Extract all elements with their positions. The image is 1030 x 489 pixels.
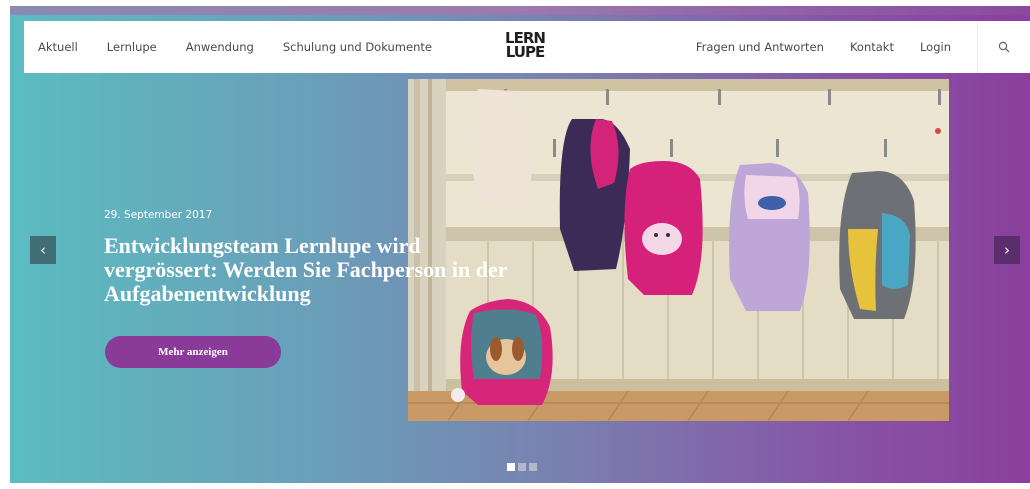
nav-item-aktuell[interactable]: Aktuell (38, 40, 78, 54)
slider-pagination (507, 463, 540, 471)
nav-item-login[interactable]: Login (920, 40, 951, 54)
nav-item-lernlupe[interactable]: Lernlupe (107, 40, 157, 54)
more-button[interactable]: Mehr anzeigen (105, 336, 281, 368)
nav-item-faq[interactable]: Fragen und Antworten (696, 40, 824, 54)
slider-next-button[interactable]: › (994, 236, 1020, 264)
slider-prev-button[interactable]: ‹ (30, 236, 56, 264)
nav-right-group: Fragen und Antworten Kontakt Login (696, 21, 1030, 73)
hero-slider: Aktuell Lernlupe Anwendung Schulung und … (10, 6, 1030, 483)
slider-dot-1[interactable] (507, 463, 515, 471)
lernlupe-logo[interactable]: LERN LUPE (505, 31, 546, 63)
nav-item-schulung[interactable]: Schulung und Dokumente (283, 40, 432, 54)
top-color-strip (10, 6, 1030, 15)
chevron-right-icon: › (1004, 241, 1010, 259)
search-button[interactable] (977, 21, 1030, 73)
logo-line-2: LUPE (505, 43, 545, 61)
nav-left-group: Aktuell Lernlupe Anwendung Schulung und … (38, 40, 461, 54)
chevron-left-icon: ‹ (40, 241, 46, 259)
search-icon (998, 41, 1010, 53)
slide-headline: Entwicklungsteam Lernlupe wird vergrösse… (104, 233, 508, 306)
slider-dot-3[interactable] (529, 463, 537, 471)
slide-date: 29. September 2017 (104, 209, 213, 221)
nav-item-kontakt[interactable]: Kontakt (850, 40, 894, 54)
main-navigation: Aktuell Lernlupe Anwendung Schulung und … (24, 21, 1030, 73)
slider-dot-2[interactable] (518, 463, 526, 471)
nav-item-anwendung[interactable]: Anwendung (186, 40, 254, 54)
